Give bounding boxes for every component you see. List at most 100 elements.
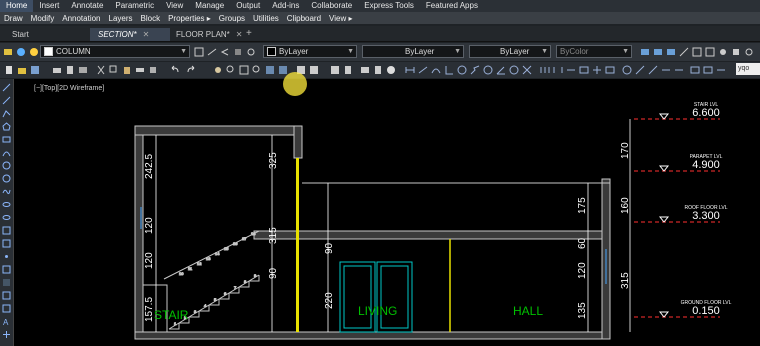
zoom-realtime-icon[interactable] xyxy=(226,65,236,75)
redo-icon[interactable] xyxy=(186,65,196,75)
circle-icon[interactable] xyxy=(2,161,11,170)
revision-cloud-icon[interactable] xyxy=(2,174,11,183)
line-icon[interactable] xyxy=(2,83,11,92)
tab-start[interactable]: Start xyxy=(4,28,70,41)
zoom-window-icon[interactable] xyxy=(239,65,249,75)
polygon-icon[interactable] xyxy=(2,122,11,131)
center-mark-icon[interactable] xyxy=(592,65,602,75)
workspace-icon[interactable] xyxy=(731,47,741,57)
paste-icon[interactable] xyxy=(122,65,132,75)
new-tab-icon[interactable]: + xyxy=(246,28,252,39)
layout-icon[interactable] xyxy=(692,47,702,57)
layer-state-icon[interactable] xyxy=(16,47,26,57)
point-icon[interactable] xyxy=(2,252,11,261)
ribbon-tab-view[interactable]: View xyxy=(160,0,189,12)
ribbon-tab-manage[interactable]: Manage xyxy=(189,0,230,12)
menu-item-utilities[interactable]: Utilities xyxy=(249,14,283,23)
spline-icon[interactable] xyxy=(2,187,11,196)
gradient-icon[interactable] xyxy=(2,278,11,287)
ellipse-arc-icon[interactable] xyxy=(2,213,11,222)
markup-icon[interactable] xyxy=(330,65,340,75)
dim-angular-icon[interactable] xyxy=(496,65,506,75)
copy-icon[interactable] xyxy=(109,65,119,75)
search-input[interactable]: yqo xyxy=(736,63,760,75)
dim-space-icon[interactable] xyxy=(553,65,563,75)
add-selected-icon[interactable] xyxy=(2,330,11,339)
viewport-icon[interactable] xyxy=(705,47,715,57)
help-icon[interactable] xyxy=(386,65,396,75)
menu-item-modify[interactable]: Modify xyxy=(27,14,59,23)
layer-walk-icon[interactable] xyxy=(246,47,256,57)
ellipse-icon[interactable] xyxy=(2,200,11,209)
table-icon[interactable] xyxy=(2,304,11,313)
rectangle-icon[interactable] xyxy=(2,135,11,144)
freeze-icon[interactable] xyxy=(29,47,39,57)
dim-continue-icon[interactable] xyxy=(540,65,550,75)
menu-item-layers[interactable]: Layers xyxy=(105,14,137,23)
plotstyle-dropdown[interactable]: ByColor ▼ xyxy=(556,45,632,58)
polyline-icon[interactable] xyxy=(2,109,11,118)
ribbon-tab-featured-apps[interactable]: Featured Apps xyxy=(420,0,484,12)
cut-icon[interactable] xyxy=(96,65,106,75)
hatch-icon[interactable] xyxy=(2,265,11,274)
layer-dropdown[interactable]: COLUMN ▼ xyxy=(40,45,190,58)
undo-icon[interactable] xyxy=(170,65,180,75)
open-icon[interactable] xyxy=(17,65,27,75)
publish-icon[interactable] xyxy=(78,65,88,75)
dim-arc-icon[interactable] xyxy=(431,65,441,75)
region-icon[interactable] xyxy=(2,291,11,300)
dim-style-icon[interactable] xyxy=(653,47,663,57)
dim-jog-line-icon[interactable] xyxy=(622,65,632,75)
dim-text-edit-icon[interactable] xyxy=(648,65,658,75)
ribbon-tab-parametric[interactable]: Parametric xyxy=(109,0,160,12)
layer-previous-icon[interactable] xyxy=(220,47,230,57)
construction-line-icon[interactable] xyxy=(2,96,11,105)
viewport-controls[interactable]: [−][Top][2D Wireframe] xyxy=(34,85,104,92)
tolerance-icon[interactable] xyxy=(579,65,589,75)
lineweight-dropdown[interactable]: ByLayer ▼ xyxy=(469,45,551,58)
preview-icon[interactable] xyxy=(65,65,75,75)
dim-reassociate-icon[interactable] xyxy=(703,65,713,75)
close-icon[interactable]: ✕ xyxy=(143,30,150,39)
make-block-icon[interactable] xyxy=(2,239,11,248)
close-icon[interactable]: ✕ xyxy=(236,30,243,39)
ribbon-tab-home[interactable]: Home xyxy=(0,0,34,12)
layer-properties-icon[interactable] xyxy=(3,47,13,57)
menu-item-groups[interactable]: Groups xyxy=(215,14,249,23)
settings-icon[interactable] xyxy=(744,47,754,57)
sheet-set-icon[interactable] xyxy=(309,65,319,75)
zoom-previous-icon[interactable] xyxy=(252,65,262,75)
dim-radius-icon[interactable] xyxy=(457,65,467,75)
menu-item-annotation[interactable]: Annotation xyxy=(58,14,104,23)
ribbon-tab-annotate[interactable]: Annotate xyxy=(65,0,109,12)
quickcalc-icon[interactable] xyxy=(343,65,353,75)
arc-icon[interactable] xyxy=(2,148,11,157)
dim-aligned-icon[interactable] xyxy=(418,65,428,75)
layer-icon[interactable] xyxy=(360,65,370,75)
inspect-icon[interactable] xyxy=(605,65,615,75)
linetype-dropdown[interactable]: ByLayer ▼ xyxy=(362,45,464,58)
menu-item-properties-[interactable]: Properties ▸ xyxy=(164,14,215,23)
quick-dim-icon[interactable] xyxy=(509,65,519,75)
match-layer-icon[interactable] xyxy=(207,47,217,57)
pan-icon[interactable] xyxy=(213,65,223,75)
menu-item-block[interactable]: Block xyxy=(137,14,165,23)
insert-block-icon[interactable] xyxy=(2,226,11,235)
ribbon-tab-insert[interactable]: Insert xyxy=(33,0,65,12)
dim-baseline-icon[interactable] xyxy=(522,65,532,75)
dim-style-select-icon[interactable] xyxy=(690,65,700,75)
dim-update-icon[interactable] xyxy=(661,65,671,75)
tab-section[interactable]: SECTION* ✕ xyxy=(90,28,170,41)
calculator-icon[interactable] xyxy=(373,65,383,75)
ribbon-tab-output[interactable]: Output xyxy=(230,0,266,12)
match-properties-icon[interactable] xyxy=(135,65,145,75)
menu-item-draw[interactable]: Draw xyxy=(0,14,27,23)
print-icon[interactable] xyxy=(52,65,62,75)
menu-item-clipboard[interactable]: Clipboard xyxy=(283,14,325,23)
dim-break-icon[interactable] xyxy=(566,65,576,75)
new-icon[interactable] xyxy=(4,65,14,75)
dim-jogged-icon[interactable] xyxy=(470,65,480,75)
design-center-icon[interactable] xyxy=(278,65,288,75)
dim-override-icon[interactable] xyxy=(674,65,684,75)
properties-icon[interactable] xyxy=(265,65,275,75)
